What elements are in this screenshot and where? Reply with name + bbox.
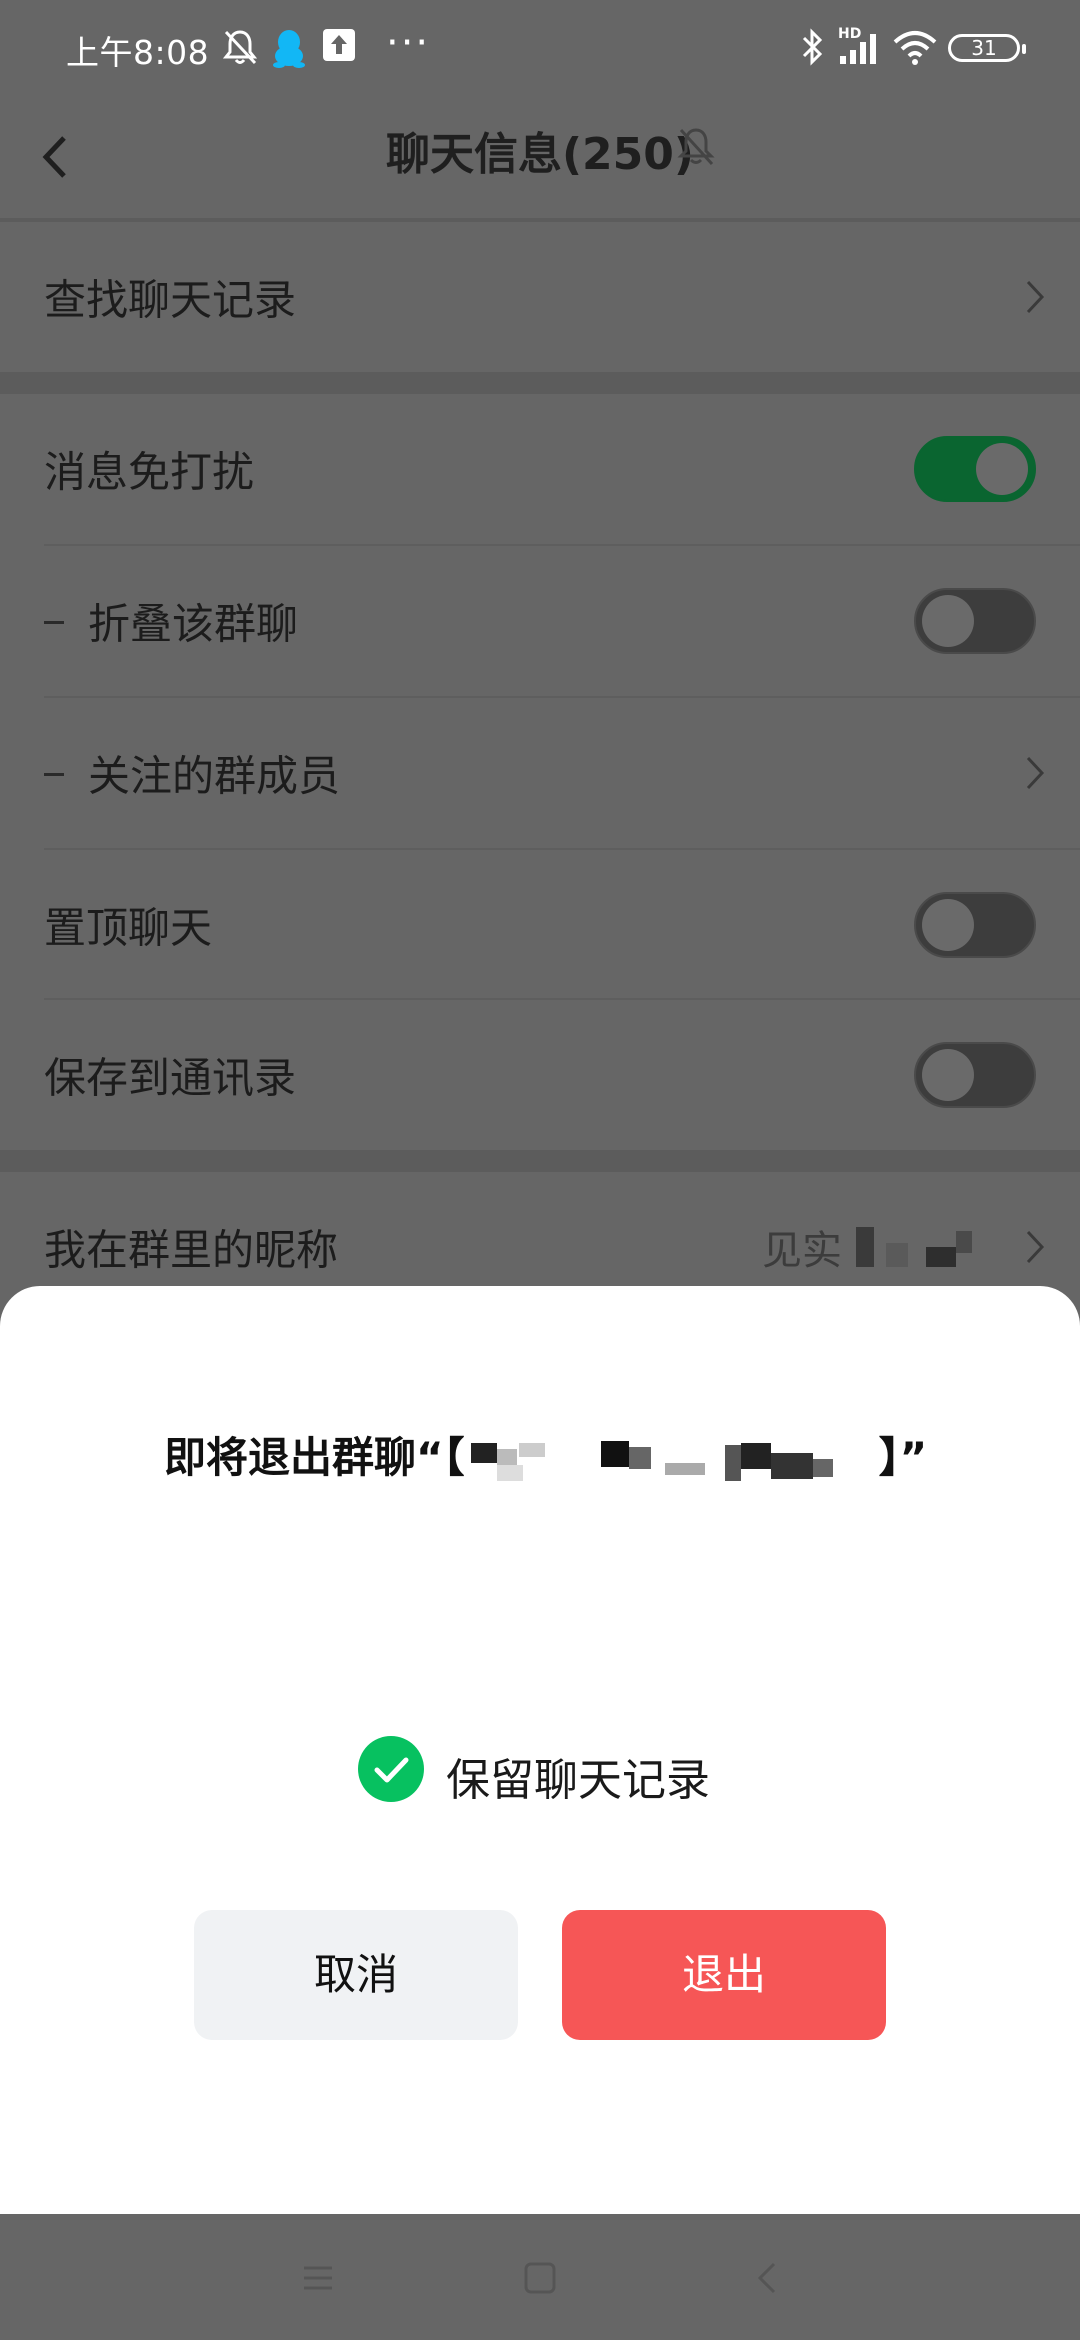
save-contacts-toggle[interactable] [914, 1042, 1036, 1108]
status-bar: 上午8:08 ··· HD 31 [0, 0, 1080, 96]
fold-chat-row: 折叠该群聊 [0, 546, 1080, 696]
pin-chat-toggle[interactable] [914, 892, 1036, 958]
redacted-mosaic [856, 1227, 972, 1267]
bluetooth-icon [802, 28, 823, 66]
toggle-knob [922, 1049, 974, 1101]
followed-members-row[interactable]: 关注的群成员 [0, 698, 1080, 848]
row-label: 保存到通讯录 [44, 1053, 297, 1103]
indent-marker [44, 621, 64, 624]
keep-history-option[interactable]: 保留聊天记录 [0, 1736, 1080, 1806]
overflow-dots: ··· [386, 20, 431, 66]
wifi-icon [893, 31, 937, 65]
signal-icon [840, 34, 876, 64]
redacted-mosaic [470, 1440, 833, 1481]
row-label: 消息免打扰 [44, 447, 255, 497]
toggle-knob [922, 899, 974, 951]
keep-history-checkbox[interactable] [358, 1736, 424, 1802]
battery-indicator: 31 [948, 34, 1026, 62]
dialog-title: 即将退出群聊“【 】” [164, 1424, 927, 1485]
search-chat-history-row[interactable]: 查找聊天记录 [0, 222, 1080, 372]
dialog-title-prefix: 即将退出群聊“【 [164, 1433, 465, 1482]
dialog-title-suffix: 】” [878, 1433, 928, 1482]
mute-toggle[interactable] [914, 436, 1036, 502]
page-title: 聊天信息(250) [385, 129, 695, 180]
chevron-right-icon [1026, 280, 1045, 314]
toggle-knob [976, 443, 1028, 495]
row-label: 折叠该群聊 [88, 599, 299, 649]
fold-chat-toggle[interactable] [914, 588, 1036, 654]
row-label: 我在群里的昵称 [44, 1225, 339, 1275]
exit-group-dialog: 即将退出群聊“【 】” 保留聊天记录 取消 退出 [0, 1286, 1080, 2214]
check-icon [374, 1757, 409, 1783]
section-divider [0, 372, 1080, 394]
redacted-group-name [465, 1439, 879, 1483]
qq-penguin-icon [273, 30, 305, 68]
nickname-value: 见实 [762, 1228, 842, 1274]
save-to-contacts-row: 保存到通讯录 [0, 1000, 1080, 1150]
menu-icon[interactable] [298, 2258, 338, 2298]
upload-notification-icon [323, 29, 355, 61]
cancel-button[interactable]: 取消 [194, 1910, 518, 2040]
chevron-right-icon [1026, 756, 1045, 790]
chat-info-screen: 上午8:08 ··· HD 31 聊天信息(250) 查找聊天记录 消息免打扰 … [0, 0, 1080, 2340]
system-navigation-bar [0, 2214, 1080, 2340]
pin-chat-row: 置顶聊天 [0, 850, 1080, 1000]
home-icon[interactable] [520, 2258, 560, 2298]
row-label: 置顶聊天 [44, 903, 213, 953]
status-time: 上午8:08 [66, 33, 210, 72]
back-icon[interactable] [748, 2258, 788, 2298]
muted-bell-icon [677, 128, 715, 166]
mute-notifications-row: 消息免打扰 [0, 394, 1080, 544]
keep-history-label: 保留聊天记录 [446, 1755, 710, 1806]
row-label: 关注的群成员 [88, 751, 341, 801]
section-divider [0, 1150, 1080, 1172]
indent-marker [44, 773, 64, 776]
toggle-knob [922, 595, 974, 647]
muted-bell-icon [222, 30, 258, 65]
header-bar: 聊天信息(250) [0, 96, 1080, 218]
exit-button[interactable]: 退出 [562, 1910, 886, 2040]
chevron-right-icon [1026, 1230, 1045, 1264]
row-label: 查找聊天记录 [44, 275, 297, 325]
